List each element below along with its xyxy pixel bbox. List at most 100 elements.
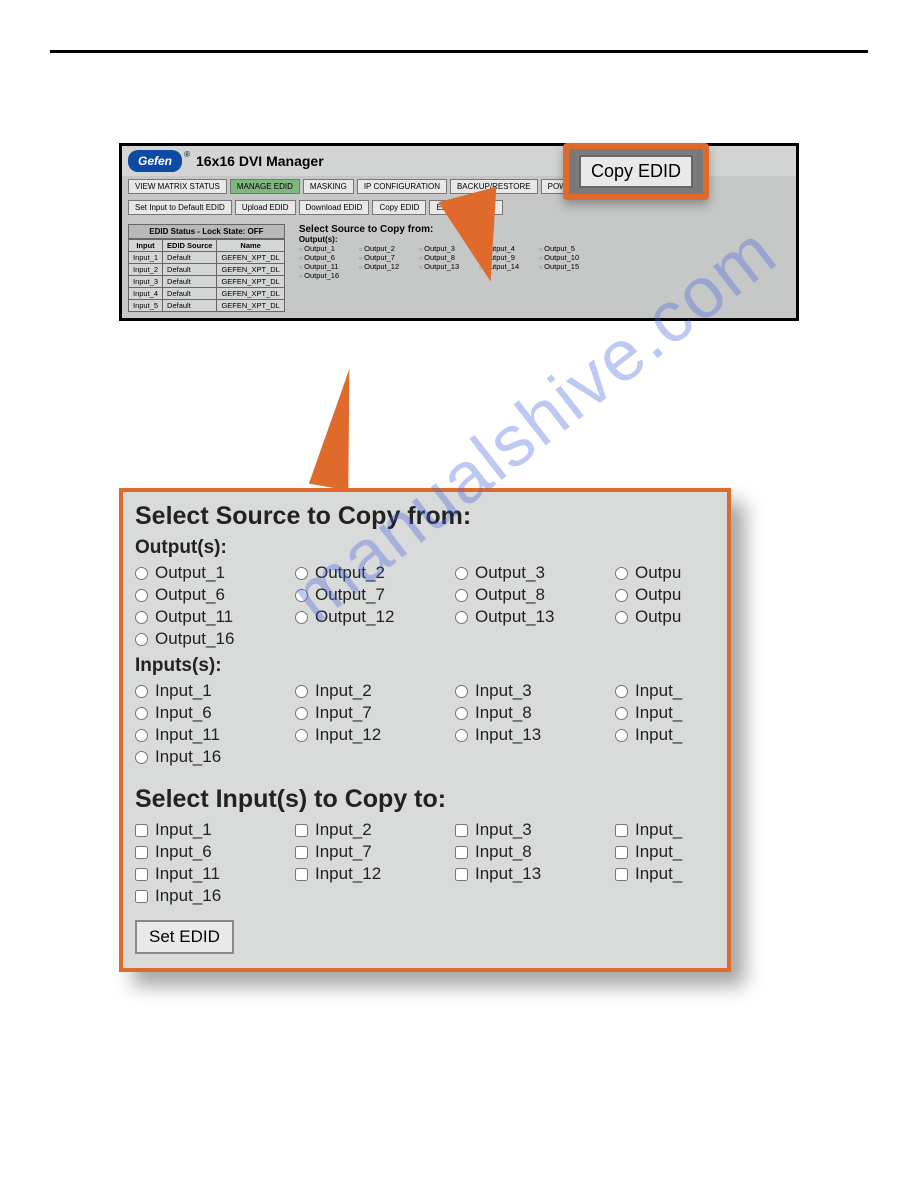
- source-output-option[interactable]: Output_16: [135, 629, 295, 649]
- radio-input[interactable]: [615, 611, 628, 624]
- source-output-option[interactable]: Output_7: [295, 585, 455, 605]
- source-input-option[interactable]: Input_3: [455, 681, 615, 701]
- option-label: Input_16: [155, 747, 221, 767]
- mini-output-option[interactable]: Output_1: [299, 244, 359, 253]
- radio-input[interactable]: [135, 633, 148, 646]
- radio-input[interactable]: [295, 589, 308, 602]
- copyto-option[interactable]: Input_12: [295, 864, 455, 884]
- source-output-option[interactable]: Outpu: [615, 563, 775, 583]
- checkbox-input[interactable]: [455, 846, 468, 859]
- checkbox-input[interactable]: [455, 824, 468, 837]
- radio-input[interactable]: [135, 685, 148, 698]
- source-output-option[interactable]: Output_12: [295, 607, 455, 627]
- checkbox-input[interactable]: [135, 890, 148, 903]
- subtab-download[interactable]: Download EDID: [299, 200, 370, 215]
- source-output-option[interactable]: Output_2: [295, 563, 455, 583]
- source-input-option[interactable]: Input_1: [135, 681, 295, 701]
- set-edid-button[interactable]: Set EDID: [135, 920, 234, 954]
- source-input-option[interactable]: Input_: [615, 703, 775, 723]
- source-output-option[interactable]: Output_11: [135, 607, 295, 627]
- radio-input[interactable]: [135, 707, 148, 720]
- source-output-option[interactable]: Output_3: [455, 563, 615, 583]
- radio-input[interactable]: [135, 589, 148, 602]
- copyto-option[interactable]: Input_8: [455, 842, 615, 862]
- mini-output-option[interactable]: Output_15: [539, 262, 599, 271]
- checkbox-input[interactable]: [455, 868, 468, 881]
- source-input-option[interactable]: Input_16: [135, 747, 295, 767]
- radio-input[interactable]: [615, 589, 628, 602]
- radio-input[interactable]: [135, 567, 148, 580]
- mini-output-option[interactable]: Output_16: [299, 271, 359, 280]
- source-output-option[interactable]: Outpu: [615, 607, 775, 627]
- subtab-upload[interactable]: Upload EDID: [235, 200, 296, 215]
- source-input-option[interactable]: Input_7: [295, 703, 455, 723]
- radio-input[interactable]: [455, 685, 468, 698]
- source-input-option[interactable]: Input_12: [295, 725, 455, 745]
- copyto-option[interactable]: Input_: [615, 820, 775, 840]
- source-input-option[interactable]: Input_11: [135, 725, 295, 745]
- radio-input[interactable]: [295, 611, 308, 624]
- copy-edid-callout-button[interactable]: Copy EDID: [579, 155, 693, 188]
- source-input-option[interactable]: Input_13: [455, 725, 615, 745]
- source-input-option[interactable]: Input_: [615, 681, 775, 701]
- subtab-copy[interactable]: Copy EDID: [372, 200, 426, 215]
- option-label: Input_12: [315, 864, 381, 884]
- source-output-option[interactable]: Output_13: [455, 607, 615, 627]
- radio-input[interactable]: [295, 729, 308, 742]
- radio-input[interactable]: [295, 685, 308, 698]
- copyto-option[interactable]: Input_11: [135, 864, 295, 884]
- source-output-option[interactable]: Output_1: [135, 563, 295, 583]
- tab-masking[interactable]: MASKING: [303, 179, 354, 194]
- copyto-option[interactable]: Input_3: [455, 820, 615, 840]
- radio-input[interactable]: [135, 729, 148, 742]
- source-output-option[interactable]: Output_6: [135, 585, 295, 605]
- mini-output-option[interactable]: Output_7: [359, 253, 419, 262]
- radio-input[interactable]: [135, 751, 148, 764]
- checkbox-input[interactable]: [295, 846, 308, 859]
- radio-input[interactable]: [615, 685, 628, 698]
- copyto-option[interactable]: Input_6: [135, 842, 295, 862]
- radio-input[interactable]: [455, 567, 468, 580]
- radio-input[interactable]: [455, 707, 468, 720]
- mini-output-option[interactable]: Output_10: [539, 253, 599, 262]
- radio-input[interactable]: [615, 567, 628, 580]
- radio-input[interactable]: [615, 729, 628, 742]
- copyto-option[interactable]: Input_16: [135, 886, 295, 906]
- checkbox-input[interactable]: [615, 868, 628, 881]
- radio-input[interactable]: [295, 567, 308, 580]
- radio-input[interactable]: [615, 707, 628, 720]
- source-input-option[interactable]: Input_6: [135, 703, 295, 723]
- checkbox-input[interactable]: [615, 824, 628, 837]
- tab-view-matrix[interactable]: VIEW MATRIX STATUS: [128, 179, 227, 194]
- copyto-option[interactable]: Input_: [615, 842, 775, 862]
- copyto-option[interactable]: Input_2: [295, 820, 455, 840]
- checkbox-input[interactable]: [135, 868, 148, 881]
- radio-input[interactable]: [455, 611, 468, 624]
- radio-input[interactable]: [455, 729, 468, 742]
- mini-output-option[interactable]: Output_6: [299, 253, 359, 262]
- mini-output-option[interactable]: Output_12: [359, 262, 419, 271]
- checkbox-input[interactable]: [135, 824, 148, 837]
- mini-output-option[interactable]: Output_2: [359, 244, 419, 253]
- tab-manage-edid[interactable]: MANAGE EDID: [230, 179, 300, 194]
- source-output-option[interactable]: Output_8: [455, 585, 615, 605]
- radio-input[interactable]: [455, 589, 468, 602]
- source-output-option[interactable]: Outpu: [615, 585, 775, 605]
- source-input-option[interactable]: Input_8: [455, 703, 615, 723]
- radio-input[interactable]: [295, 707, 308, 720]
- copyto-option[interactable]: Input_1: [135, 820, 295, 840]
- source-input-option[interactable]: Input_: [615, 725, 775, 745]
- tab-ip-config[interactable]: IP CONFIGURATION: [357, 179, 447, 194]
- checkbox-input[interactable]: [615, 846, 628, 859]
- mini-output-option[interactable]: Output_5: [539, 244, 599, 253]
- copyto-option[interactable]: Input_13: [455, 864, 615, 884]
- source-input-option[interactable]: Input_2: [295, 681, 455, 701]
- checkbox-input[interactable]: [295, 824, 308, 837]
- checkbox-input[interactable]: [295, 868, 308, 881]
- checkbox-input[interactable]: [135, 846, 148, 859]
- copyto-option[interactable]: Input_7: [295, 842, 455, 862]
- subtab-set-default[interactable]: Set Input to Default EDID: [128, 200, 232, 215]
- radio-input[interactable]: [135, 611, 148, 624]
- mini-output-option[interactable]: Output_11: [299, 262, 359, 271]
- copyto-option[interactable]: Input_: [615, 864, 775, 884]
